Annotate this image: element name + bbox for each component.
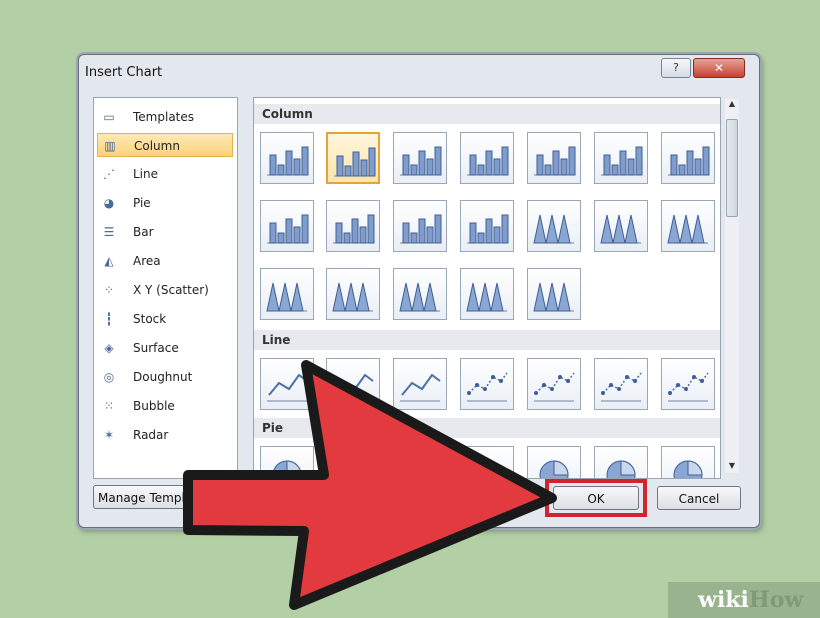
red-arrow-pointer <box>183 360 557 610</box>
watermark-wiki: wiki <box>698 587 749 613</box>
wikihow-watermark: wikiHow <box>668 582 820 618</box>
watermark-how: How <box>748 587 804 613</box>
